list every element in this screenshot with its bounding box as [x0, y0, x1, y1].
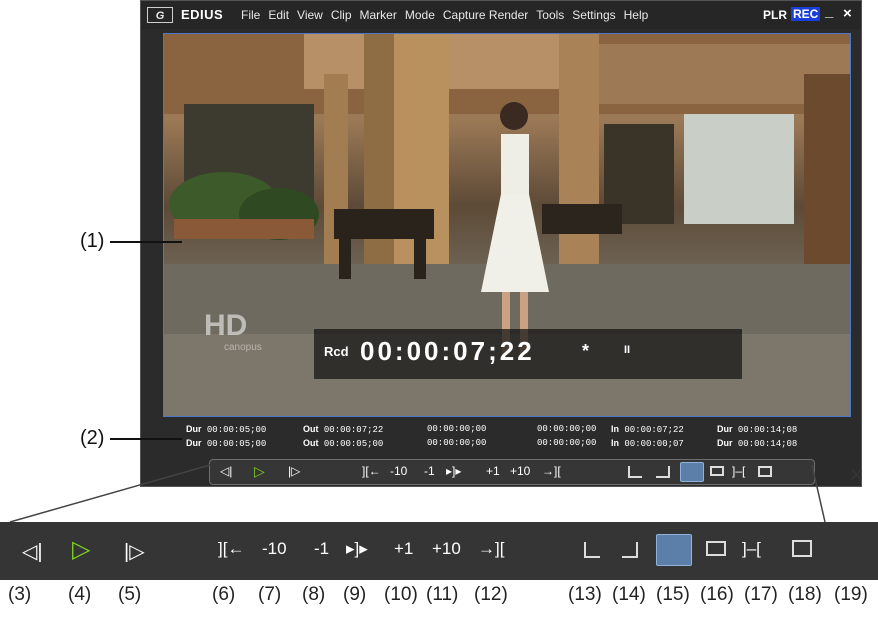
label-10: (10) [384, 584, 418, 605]
rec-mode-button[interactable]: REC [791, 7, 821, 21]
zoom-trim-slide-button-selected[interactable] [656, 534, 692, 566]
menu-file[interactable]: File [241, 8, 260, 22]
out-row-1: Out 00:00:07;22 [303, 424, 383, 435]
in-value: 00:00:00;07 [624, 439, 684, 449]
label-18: (18) [788, 584, 822, 605]
menu-bar: File Edit View Clip Marker Mode Capture … [241, 8, 656, 22]
zoom-trim-in-button[interactable] [584, 542, 600, 558]
minimize-button[interactable]: _ [825, 3, 833, 20]
status-row-1: Dur 00:00:05;00 [186, 424, 266, 435]
dur2-label: Dur [717, 438, 733, 448]
pause-status-icon: II [624, 344, 631, 356]
tc-a-row-2: 00:00:00;00 [427, 438, 487, 448]
video-preview[interactable]: HD canopus Rcd 00:00:07;22 * II [163, 33, 851, 417]
status-row-2: Dur 00:00:05;00 [186, 438, 266, 449]
label-7: (7) [258, 584, 282, 605]
out-row-2: Out 00:00:05;00 [303, 438, 383, 449]
label-5: (5) [118, 584, 142, 605]
label-13: (13) [568, 584, 602, 605]
dur2-row-2: Dur 00:00:14;08 [717, 438, 797, 449]
out-label: Out [303, 424, 319, 434]
tc-a-row-1: 00:00:00;00 [427, 424, 487, 434]
plr-mode-button[interactable]: PLR [763, 8, 787, 22]
in-label: In [611, 424, 619, 434]
timecode-overlay: Rcd 00:00:07;22 * II [314, 329, 742, 379]
zoom-trim-center-button[interactable]: ▸]▸ [346, 539, 368, 559]
zoom-jump-in-button[interactable]: ][← [218, 539, 244, 559]
zoom-minus1-button[interactable]: -1 [314, 539, 329, 559]
zoom-trim-split-button[interactable]: ]‒[ [742, 539, 761, 559]
zoomed-toolbar: ◁| ▷ |▷ ][← -10 -1 ▸]▸ +1 +10 →][ ]‒[ [0, 522, 878, 580]
out-label: Out [303, 438, 319, 448]
menu-tools[interactable]: Tools [536, 8, 564, 22]
menu-capture[interactable]: Capture Render [443, 8, 528, 22]
zoom-play-button[interactable]: ▷ [72, 535, 90, 564]
dur2-row-1: Dur 00:00:14;08 [717, 424, 797, 435]
hd-watermark: HD [204, 309, 248, 342]
timecode-asterisk: * [582, 341, 590, 361]
label-12: (12) [474, 584, 508, 605]
label-11: (11) [426, 584, 459, 605]
label-17: (17) [744, 584, 778, 605]
zoom-plus1-button[interactable]: +1 [394, 539, 413, 559]
dur-label: Dur [186, 438, 202, 448]
dur2-value: 00:00:14;08 [737, 425, 798, 435]
timecode-display: 00:00:07;22 [360, 336, 535, 366]
zoom-minus10-button[interactable]: -10 [262, 539, 287, 559]
callout-2-line [110, 438, 182, 440]
menu-view[interactable]: View [297, 8, 323, 22]
label-6: (6) [212, 584, 236, 605]
in-row-1: In 00:00:07;22 [611, 424, 684, 435]
label-14: (14) [612, 584, 646, 605]
menu-marker[interactable]: Marker [360, 8, 397, 22]
label-19: (19) [834, 584, 868, 605]
dur-value: 00:00:05;00 [206, 425, 267, 435]
menu-mode[interactable]: Mode [405, 8, 435, 22]
in-row-2: In 00:00:00;07 [611, 438, 684, 449]
canopus-watermark: canopus [224, 342, 262, 353]
player-window: G EDIUS File Edit View Clip Marker Mode … [140, 0, 862, 487]
dur-label: Dur [186, 424, 202, 434]
zoom-next-frame-button[interactable]: |▷ [124, 539, 145, 564]
label-9: (9) [343, 584, 367, 605]
dur2-value: 00:00:14;08 [737, 439, 798, 449]
dur2-label: Dur [717, 424, 733, 434]
zoom-jump-out-button[interactable]: →][ [478, 539, 504, 559]
menu-clip[interactable]: Clip [331, 8, 352, 22]
zoom-trim-out-button[interactable] [622, 542, 638, 558]
zoom-trim-roll-button[interactable] [792, 540, 812, 557]
menu-help[interactable]: Help [624, 8, 649, 22]
label-16: (16) [700, 584, 734, 605]
zoom-plus10-button[interactable]: +10 [432, 539, 461, 559]
label-4: (4) [68, 584, 92, 605]
in-value: 00:00:07;22 [624, 425, 684, 435]
tc-b-row-1: 00:00:00;00 [537, 424, 597, 434]
callout-2: (2) [80, 427, 105, 449]
menu-settings[interactable]: Settings [572, 8, 615, 22]
title-bar: G EDIUS File Edit View Clip Marker Mode … [141, 1, 861, 29]
dur-value: 00:00:05;00 [206, 439, 267, 449]
close-window-button[interactable]: × [843, 5, 852, 22]
menu-edit[interactable]: Edit [268, 8, 289, 22]
callout-1: (1) [80, 230, 105, 252]
app-title: EDIUS [181, 7, 224, 22]
label-3: (3) [8, 584, 32, 605]
label-15: (15) [656, 584, 690, 605]
zoom-prev-frame-button[interactable]: ◁| [22, 539, 43, 564]
out-value: 00:00:05;00 [323, 439, 384, 449]
zoom-connector-lines [9, 464, 826, 523]
label-8: (8) [302, 584, 326, 605]
in-label: In [611, 438, 619, 448]
tc-b-row-2: 00:00:00;00 [537, 438, 597, 448]
rcd-label: Rcd [324, 344, 349, 359]
out-value: 00:00:07;22 [323, 425, 384, 435]
edius-logo-icon: G [147, 7, 173, 23]
callout-1-line [110, 241, 182, 243]
close-player-button[interactable]: × [850, 462, 863, 488]
zoom-trim-slip-button[interactable] [706, 541, 726, 556]
